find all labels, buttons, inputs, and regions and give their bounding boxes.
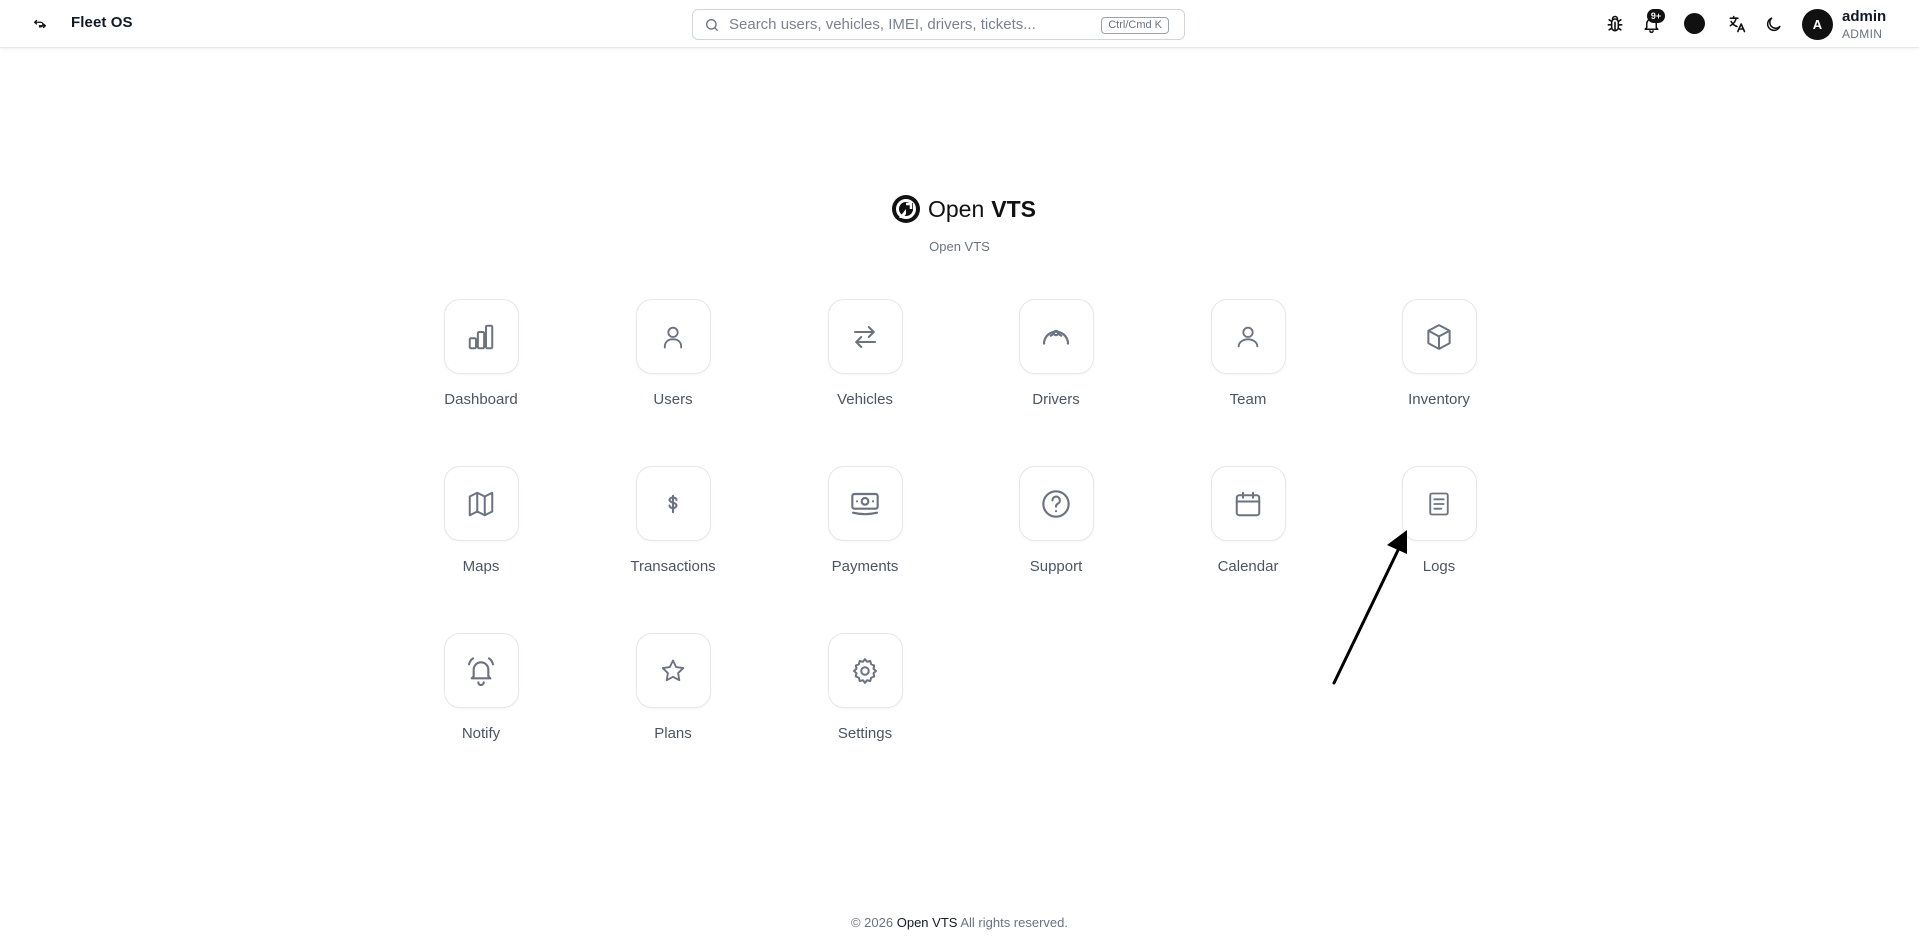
star-icon: [661, 659, 685, 681]
open-vts-logo: Open VTS: [891, 193, 1036, 225]
global-search[interactable]: Ctrl/Cmd K: [692, 9, 1185, 40]
app-settings[interactable]: Settings: [805, 633, 925, 742]
app-dashboard[interactable]: Dashboard: [421, 299, 541, 408]
app-calendar[interactable]: Calendar: [1188, 466, 1308, 575]
user-avatar[interactable]: A: [1802, 9, 1833, 40]
app-tile[interactable]: [443, 299, 519, 374]
app-label: Vehicles: [837, 391, 893, 408]
user-role: ADMIN: [1842, 27, 1883, 41]
app-support[interactable]: Support: [996, 466, 1116, 575]
app-label: Drivers: [1032, 391, 1080, 408]
app-label: Users: [653, 391, 693, 408]
app-tile[interactable]: [635, 466, 711, 541]
calendar-icon: [1235, 491, 1261, 516]
app-label: Dashboard: [444, 391, 518, 408]
gear-icon: [853, 657, 877, 684]
alarm-bell-icon: [467, 656, 495, 686]
box-icon: [1427, 323, 1451, 350]
logo-subtitle: Open VTS: [929, 239, 990, 254]
logo-mark-icon: [891, 194, 921, 224]
app-tile[interactable]: [1210, 299, 1286, 374]
dollar-icon: [668, 494, 678, 513]
search-icon: [704, 17, 720, 33]
app-tile[interactable]: [1018, 466, 1094, 541]
app-plans[interactable]: Plans: [613, 633, 733, 742]
app-tile[interactable]: [827, 299, 903, 374]
brand-title[interactable]: Fleet OS: [71, 14, 133, 31]
app-payments[interactable]: Payments: [805, 466, 925, 575]
annotation-arrow: [1332, 530, 1407, 685]
search-input[interactable]: [729, 16, 1099, 33]
app-drivers[interactable]: Drivers: [996, 299, 1116, 408]
app-label: Plans: [654, 725, 692, 742]
app-tile[interactable]: [1018, 299, 1094, 374]
theme-color-icon[interactable]: [1684, 13, 1705, 34]
app-vehicles[interactable]: Vehicles: [805, 299, 925, 408]
app-tile[interactable]: [1401, 466, 1477, 541]
app-inventory[interactable]: Inventory: [1379, 299, 1499, 408]
logo-word-open: Open: [928, 195, 985, 222]
app-users[interactable]: Users: [613, 299, 733, 408]
top-bar: Fleet OS Ctrl/Cmd K 9+ A admin ADM: [0, 0, 1919, 48]
app-tile[interactable]: [1401, 299, 1477, 374]
app-label: Notify: [461, 725, 501, 742]
notification-count-badge: 9+: [1647, 9, 1665, 23]
footer-copyright: © 2026: [850, 915, 894, 930]
app-transactions[interactable]: Transactions: [613, 466, 733, 575]
team-icon: [1237, 326, 1259, 347]
footer: © 2026 Open VTS All rights reserved.: [0, 915, 1919, 930]
app-team[interactable]: Team: [1188, 299, 1308, 408]
app-label: Transactions: [630, 558, 716, 575]
footer-rights: All rights reserved.: [960, 915, 1068, 930]
translate-icon[interactable]: [1725, 12, 1749, 36]
steering-icon: [1042, 329, 1070, 345]
app-tile[interactable]: [635, 299, 711, 374]
app-label: Maps: [462, 558, 500, 575]
document-icon: [1429, 492, 1449, 515]
logo-word-vts: VTS: [991, 195, 1036, 222]
app-tile[interactable]: [635, 633, 711, 708]
bar-chart-icon: [468, 324, 494, 349]
app-tile[interactable]: [1210, 466, 1286, 541]
app-tile[interactable]: [827, 633, 903, 708]
search-shortcut-hint: Ctrl/Cmd K: [1101, 17, 1169, 34]
app-maps[interactable]: Maps: [421, 466, 541, 575]
app-notify[interactable]: Notify: [421, 633, 541, 742]
help-circle-icon: [1042, 489, 1070, 518]
bug-icon[interactable]: [1603, 12, 1627, 36]
app-label: Settings: [837, 725, 893, 742]
app-tile[interactable]: [827, 466, 903, 541]
app-label: Support: [1029, 558, 1083, 575]
footer-company[interactable]: Open VTS: [897, 915, 958, 930]
arrows-swap-icon: [854, 325, 876, 348]
sidebar-toggle-icon[interactable]: [30, 14, 50, 34]
user-name[interactable]: admin: [1842, 8, 1886, 25]
app-tile[interactable]: [443, 633, 519, 708]
app-label: Inventory: [1408, 391, 1470, 408]
banknote-icon: [851, 492, 879, 515]
app-tile[interactable]: [443, 466, 519, 541]
app-label: Payments: [831, 558, 899, 575]
moon-icon[interactable]: [1761, 12, 1785, 36]
app-label: Calendar: [1217, 558, 1279, 575]
app-label: Team: [1229, 391, 1267, 408]
user-icon: [663, 326, 683, 348]
map-icon: [468, 491, 494, 516]
